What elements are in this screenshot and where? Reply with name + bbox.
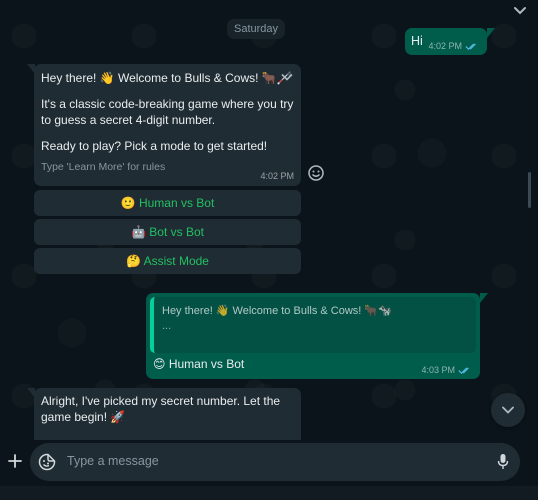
message-time: 4:02 PM	[260, 171, 294, 181]
message-composer: Type a message	[0, 440, 538, 486]
double-check-icon	[465, 42, 476, 50]
plus-icon[interactable]	[8, 454, 22, 468]
quoted-message[interactable]: Hey there! 👋 Welcome to Bulls & Cows! 🐂🐄…	[150, 297, 476, 353]
scroll-to-bottom-button[interactable]	[491, 393, 525, 427]
emoji-icon[interactable]	[307, 164, 325, 182]
reply-button-bot-vs-bot[interactable]: 🤖 Bot vs Bot	[34, 219, 301, 245]
message-meta: 4:03 PM	[421, 365, 472, 375]
message-text: Alright, I've picked my secret number. L…	[41, 394, 281, 424]
message-meta: 4:02 PM	[260, 171, 294, 181]
microphone-icon[interactable]	[497, 453, 509, 470]
message-input[interactable]: Type a message	[30, 443, 520, 481]
message-time: 4:02 PM	[428, 41, 462, 51]
outgoing-message[interactable]: Hi 4:02 PM	[405, 28, 487, 55]
sticker-icon[interactable]	[38, 453, 56, 471]
message-time: 4:03 PM	[421, 365, 455, 375]
message-text: Hi	[411, 34, 423, 48]
reply-button-human-vs-bot[interactable]: 🙂 Human vs Bot	[34, 190, 301, 216]
quoted-ellipsis: ...	[162, 320, 172, 332]
chevron-down-icon	[502, 406, 514, 414]
welcome-line-3: Ready to play? Pick a mode to get starte…	[41, 139, 268, 153]
message-footer: Type 'Learn More' for rules	[41, 161, 166, 173]
double-check-icon	[458, 366, 469, 374]
chevron-down-icon[interactable]	[512, 4, 528, 18]
welcome-line-2: It's a classic code-breaking game where …	[41, 97, 294, 127]
reply-button-assist-mode[interactable]: 🤔 Assist Mode	[34, 248, 301, 274]
bottom-strip	[0, 486, 538, 500]
bubble-tail	[487, 28, 495, 38]
message-input-placeholder: Type a message	[67, 454, 159, 468]
incoming-message-alright[interactable]: Alright, I've picked my secret number. L…	[34, 388, 301, 440]
chevron-down-icon[interactable]	[281, 73, 293, 81]
chat-area: Saturday Hi 4:02 PM Hey there! 👋 Welcome…	[0, 0, 538, 440]
outgoing-reply-message[interactable]: Hey there! 👋 Welcome to Bulls & Cows! 🐂🐄…	[146, 293, 480, 379]
incoming-message-welcome[interactable]: Hey there! 👋 Welcome to Bulls & Cows! 🐂🦯…	[34, 64, 301, 186]
quoted-text: Hey there! 👋 Welcome to Bulls & Cows! 🐂🐄	[162, 305, 392, 317]
message-meta: 4:02 PM	[428, 41, 479, 51]
bubble-tail	[480, 293, 488, 303]
scrollbar-thumb[interactable]	[528, 172, 531, 208]
date-divider: Saturday	[227, 19, 285, 39]
welcome-line-1: Hey there! 👋 Welcome to Bulls & Cows! 🐂🦯	[41, 71, 292, 85]
message-text: 😊 Human vs Bot	[153, 357, 245, 371]
